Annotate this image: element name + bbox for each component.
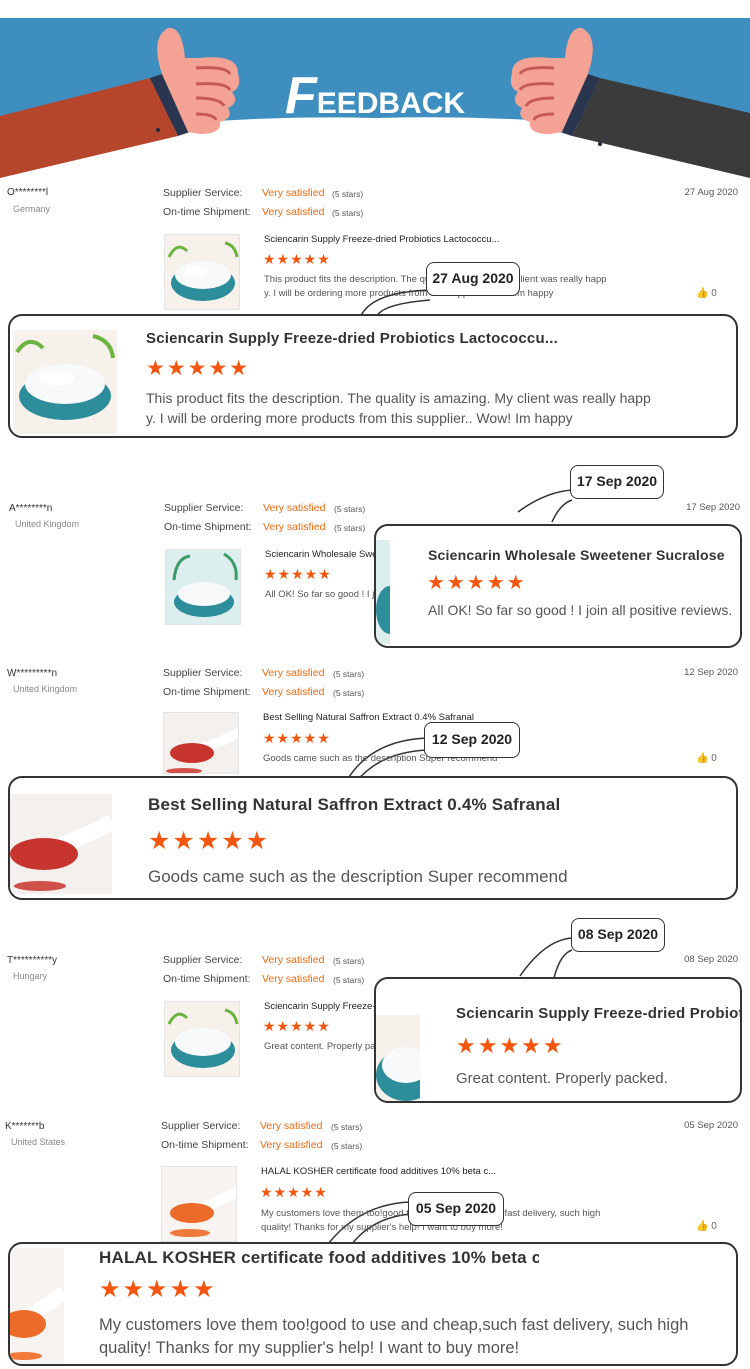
supplier-service-stars: (5 stars): [334, 504, 366, 514]
buyer-name: T**********y: [7, 955, 58, 966]
shipment-stars: (5 stars): [333, 688, 365, 698]
review-zoom-callout: Sciencarin Supply Freeze-dried Probiotic…: [8, 314, 738, 438]
shipment-label: On-time Shipment:: [163, 686, 251, 698]
review-zoom-callout: Sciencarin Wholesale Sweetener Sucralose…: [374, 524, 742, 648]
shipment-stars: (5 stars): [333, 975, 365, 985]
callout-rating-stars: ★★★★★: [146, 357, 251, 380]
product-image: [10, 1248, 64, 1364]
shipment-label: On-time Shipment:: [164, 521, 252, 533]
review-text: All OK! So far so good ! I join all posi…: [265, 589, 375, 600]
like-button[interactable]: 👍 0: [696, 753, 717, 764]
rating-stars: ★★★★★: [263, 1018, 331, 1034]
callout-review-text: This product fits the description. The q…: [146, 390, 651, 426]
review-zoom-callout: Sciencarin Supply Freeze-dried Probiotic…: [374, 977, 742, 1103]
white-powder-bowl-image: [166, 550, 240, 624]
callout-rating-stars: ★★★★★: [99, 1276, 217, 1303]
shipment-stars: (5 stars): [331, 1141, 363, 1151]
date-bubble: 17 Sep 2020: [570, 465, 664, 499]
like-button[interactable]: 👍 0: [696, 1221, 717, 1232]
callout-review-text: My customers love them too!good to use a…: [99, 1316, 689, 1357]
buyer-country: United Kingdom: [15, 519, 80, 529]
review-date: 05 Sep 2020: [684, 1120, 738, 1131]
supplier-service-label: Supplier Service:: [163, 954, 243, 966]
date-bubble: 08 Sep 2020: [571, 918, 665, 952]
orange-powder-spoon-image: [162, 1167, 236, 1241]
product-thumbnail[interactable]: [165, 549, 241, 625]
shipment-value: Very satisfied: [262, 686, 325, 698]
review-text: Great content. Properly packed.: [264, 1041, 374, 1052]
shipment-value: Very satisfied: [263, 521, 326, 533]
product-image: [376, 540, 390, 644]
product-image: [376, 1015, 420, 1101]
product-name[interactable]: Sciencarin Supply Freeze-dried Probiotic…: [264, 1001, 376, 1012]
product-thumbnail[interactable]: [163, 712, 239, 774]
callout-product-name: Sciencarin Wholesale Sweetener Sucralose: [428, 547, 725, 563]
callout-product-name: Best Selling Natural Saffron Extract 0.4…: [148, 795, 561, 814]
rating-stars: ★★★★★: [263, 730, 331, 746]
thumbs-up-icon: 👍: [696, 753, 709, 764]
thumbs-up-icon: 👍: [696, 1221, 709, 1232]
buyer-name: K*******b: [5, 1121, 45, 1132]
buyer-country: United Kingdom: [13, 684, 78, 694]
buyer-name: W*********n: [7, 668, 58, 679]
callout-rating-stars: ★★★★★: [456, 1033, 565, 1058]
review-date: 17 Sep 2020: [686, 502, 740, 513]
date-bubble: 27 Aug 2020: [426, 262, 520, 296]
product-image: [13, 330, 117, 434]
review-date: 12 Sep 2020: [684, 667, 738, 678]
date-bubble: 05 Sep 2020: [408, 1192, 504, 1226]
shipment-value: Very satisfied: [260, 1139, 323, 1151]
rating-stars: ★★★★★: [264, 566, 332, 582]
shipment-label: On-time Shipment:: [161, 1139, 249, 1151]
supplier-service-stars: (5 stars): [333, 956, 365, 966]
callout-product-name: Sciencarin Supply Freeze-dried Probiotic…: [146, 330, 558, 347]
callout-rating-stars: ★★★★★: [427, 572, 527, 594]
callout-rating-stars: ★★★★★: [148, 827, 271, 855]
date-bubble: 12 Sep 2020: [424, 722, 520, 758]
supplier-service-value: Very satisfied: [262, 954, 325, 966]
supplier-service-value: Very satisfied: [260, 1120, 323, 1132]
buyer-country: Hungary: [13, 971, 48, 981]
supplier-service-stars: (5 stars): [333, 669, 365, 679]
supplier-service-label: Supplier Service:: [161, 1120, 241, 1132]
callout-product-name: HALAL KOSHER certificate food additives …: [99, 1248, 539, 1267]
product-thumbnail[interactable]: [161, 1166, 237, 1242]
red-powder-spoon-image: [164, 713, 238, 773]
product-image: [10, 794, 112, 894]
supplier-service-value: Very satisfied: [262, 667, 325, 679]
supplier-service-value: Very satisfied: [263, 502, 326, 514]
callout-review-text: All OK! So far so good ! I join all posi…: [428, 602, 733, 618]
callout-product-name: Sciencarin Supply Freeze-dried Probiotic…: [456, 1005, 740, 1022]
shipment-stars: (5 stars): [334, 523, 366, 533]
callout-pointer: [327, 289, 573, 1245]
white-powder-bowl-image: [165, 1002, 239, 1076]
shipment-label: On-time Shipment:: [163, 973, 251, 985]
product-name[interactable]: Sciencarin Wholesale Sweetener Sucralose: [265, 549, 375, 560]
review-zoom-callout: Best Selling Natural Saffron Extract 0.4…: [8, 776, 738, 900]
supplier-service-label: Supplier Service:: [163, 667, 243, 679]
supplier-service-stars: (5 stars): [331, 1122, 363, 1132]
buyer-name: A********n: [9, 503, 53, 514]
product-name[interactable]: HALAL KOSHER certificate food additives …: [261, 1166, 531, 1177]
shipment-value: Very satisfied: [262, 973, 325, 985]
review-date: 08 Sep 2020: [684, 954, 738, 965]
review-zoom-callout: HALAL KOSHER certificate food additives …: [8, 1242, 738, 1366]
supplier-service-label: Supplier Service:: [164, 502, 244, 514]
product-thumbnail[interactable]: [164, 1001, 240, 1077]
rating-stars: ★★★★★: [260, 1184, 328, 1200]
callout-review-text: Goods came such as the description Super…: [148, 867, 568, 886]
callout-review-text: Great content. Properly packed.: [456, 1070, 668, 1087]
buyer-country: United States: [11, 1137, 66, 1147]
